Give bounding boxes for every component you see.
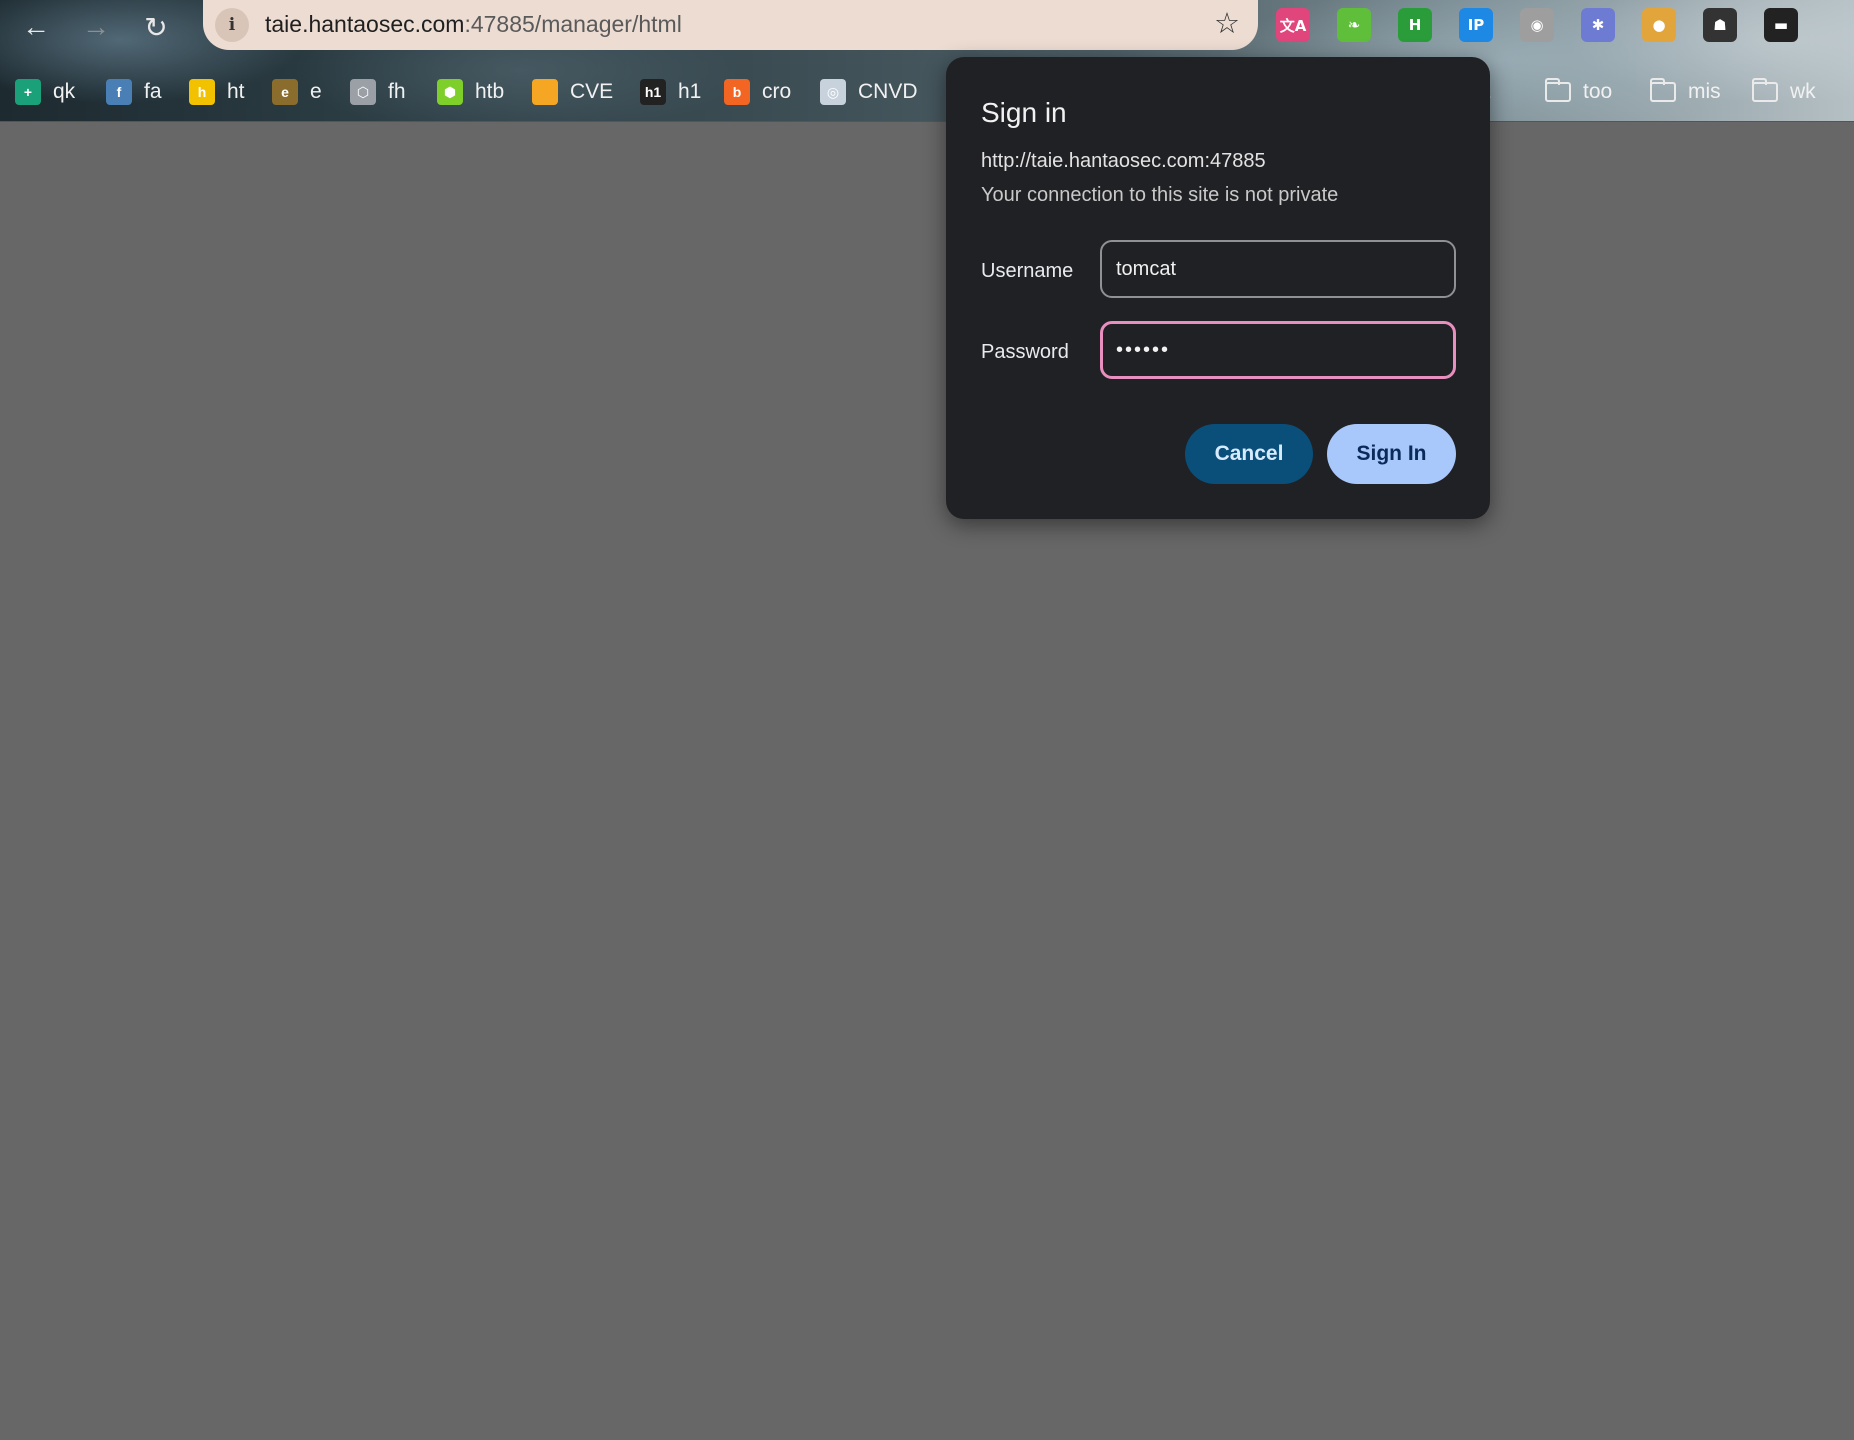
bookmark-cve[interactable]: CVE — [532, 72, 613, 112]
bookmark-fh[interactable]: ⬡ fh — [350, 72, 406, 112]
username-label: Username — [981, 260, 1074, 282]
fh-site-icon: ⬡ — [350, 79, 376, 105]
leaf-extension-icon[interactable]: ❧ — [1337, 8, 1371, 42]
bookmark-e[interactable]: ee — [272, 72, 322, 112]
password-field[interactable] — [1100, 321, 1456, 379]
bookmark-label: CNVD — [858, 80, 918, 103]
star-icon[interactable]: ☆ — [1214, 6, 1240, 41]
bookmark-fa[interactable]: f fa — [106, 72, 162, 112]
bookmark-qk[interactable]: + qk — [15, 72, 75, 112]
dialog-origin: http://taie.hantaosec.com:47885 — [981, 150, 1266, 172]
forward-arrow-icon: → — [82, 11, 110, 42]
e-site-icon: e — [272, 79, 298, 105]
bookmark-label: qk — [53, 80, 76, 103]
fa-site-icon: f — [106, 79, 132, 105]
bookmark-h1[interactable]: h1 h1 — [640, 72, 701, 112]
translate-extension-icon[interactable]: 文A — [1276, 8, 1310, 42]
bookmark-label: htb — [475, 80, 505, 103]
sign-in-dialog: Sign in http://taie.hantaosec.com:47885 … — [946, 57, 1490, 519]
ht-site-icon: h — [189, 79, 215, 105]
url-path: :47885/manager/html — [464, 11, 682, 37]
bookmark-folder-too[interactable]: too — [1545, 72, 1612, 112]
address-bar[interactable]: i taie.hantaosec.com:47885/manager/html … — [203, 0, 1258, 50]
bookmark-label: fa — [144, 80, 162, 103]
cookie-extension-icon[interactable]: ● — [1642, 8, 1676, 42]
extensions-toolbar: 文A ❧ H IP ◉ ✱ ● ☗ ▬ — [1276, 0, 1825, 50]
bookmark-label: ht — [227, 80, 245, 103]
hat-extension-icon[interactable]: ▬ — [1764, 8, 1798, 42]
b-circle-icon: b — [724, 79, 750, 105]
bookmark-label: h1 — [678, 80, 702, 103]
ip-extension-icon[interactable]: IP — [1459, 8, 1493, 42]
bookmark-cnvd[interactable]: ◎ CNVD — [820, 72, 918, 112]
sign-in-button[interactable]: Sign In — [1327, 424, 1456, 484]
dialog-title: Sign in — [981, 97, 1067, 128]
reload-icon: ↻ — [144, 11, 168, 43]
bookmark-folder-label: too — [1583, 80, 1613, 103]
forward-button[interactable]: → — [73, 4, 119, 50]
password-label: Password — [981, 341, 1069, 363]
bookmark-folder-label: mis — [1688, 80, 1721, 103]
h1-site-icon: h1 — [640, 79, 666, 105]
hacker-extension-icon[interactable]: ☗ — [1703, 8, 1737, 42]
bookmark-cro[interactable]: b cro — [724, 72, 791, 112]
browser-chrome: ← → ↻ i taie.hantaosec.com:47885/manager… — [0, 0, 1854, 122]
bookmark-ht[interactable]: h ht — [189, 72, 245, 112]
cancel-button[interactable]: Cancel — [1185, 424, 1313, 484]
address-url[interactable]: taie.hantaosec.com:47885/manager/html — [265, 11, 682, 38]
proxy-extension-icon[interactable]: ◉ — [1520, 8, 1554, 42]
bookmark-label: fh — [388, 80, 406, 103]
bookmark-folder-mis[interactable]: mis — [1650, 72, 1721, 112]
cnvd-globe-icon: ◎ — [820, 79, 846, 105]
folder-icon — [1650, 78, 1676, 102]
folder-icon — [1752, 78, 1778, 102]
puzzle-extension-icon[interactable]: ✱ — [1581, 8, 1615, 42]
bookmark-label: cro — [762, 80, 792, 103]
url-host: taie.hantaosec.com — [265, 11, 465, 37]
info-icon[interactable]: i — [215, 8, 249, 42]
hackbar-extension-icon[interactable]: H — [1398, 8, 1432, 42]
folder-icon — [1545, 78, 1571, 102]
plus-circle-icon: + — [15, 79, 41, 105]
htb-cube-icon: ⬢ — [437, 79, 463, 105]
bookmark-htb[interactable]: ⬢ htb — [437, 72, 504, 112]
bookmark-label: e — [310, 80, 322, 103]
bookmark-label: CVE — [570, 80, 614, 103]
bookmarks-bar: +qkffahhtee⬡fh⬢htbCVEh1h1bcro◎CNVD01toom… — [0, 72, 1854, 112]
reload-button[interactable]: ↻ — [133, 4, 179, 50]
username-field[interactable] — [1100, 240, 1456, 298]
cve-square-icon — [532, 79, 558, 105]
dialog-warning: Your connection to this site is not priv… — [981, 184, 1339, 206]
back-button[interactable]: ← — [13, 4, 59, 50]
bookmark-folder-label: wk — [1790, 80, 1816, 103]
bookmark-folder-wk[interactable]: wk — [1752, 72, 1816, 112]
back-arrow-icon: ← — [22, 11, 50, 42]
